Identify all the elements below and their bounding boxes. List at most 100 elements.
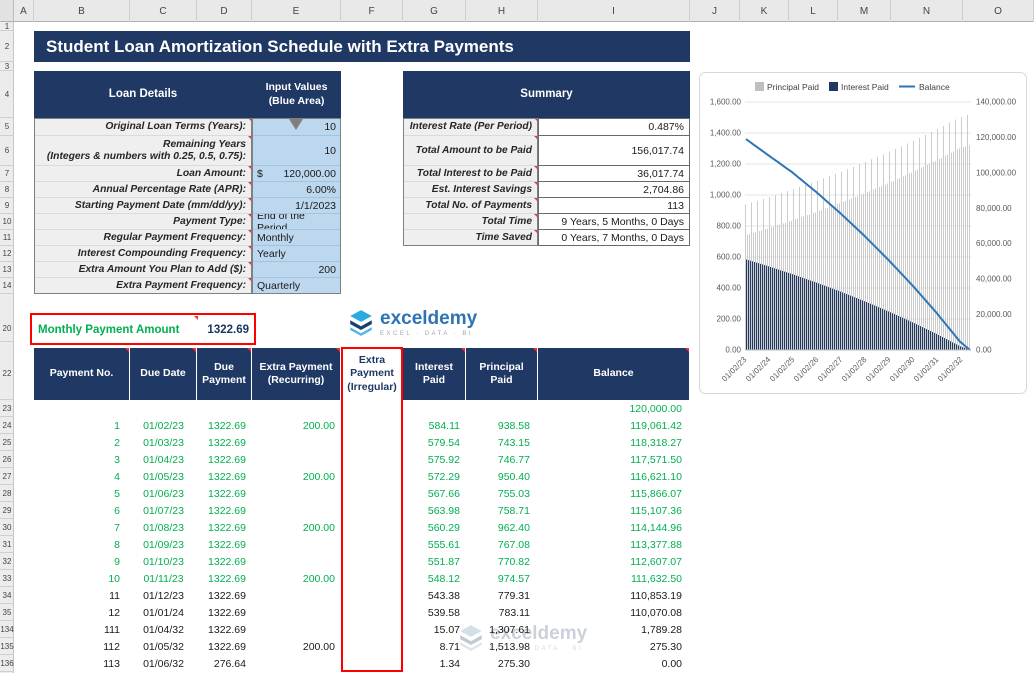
amort-cell-due-date[interactable]: 01/11/23 — [130, 570, 197, 587]
amort-cell-balance[interactable]: 110,070.08 — [538, 604, 690, 621]
amort-cell-principal-paid[interactable]: 938.58 — [466, 417, 538, 434]
row-header-136[interactable]: 136 — [0, 655, 14, 672]
amort-cell-due-payment[interactable]: 1322.69 — [197, 553, 252, 570]
row-header-6[interactable]: 6 — [0, 136, 14, 166]
row-header-134[interactable]: 134 — [0, 621, 14, 638]
column-header-j[interactable]: J — [690, 0, 740, 22]
row-header-35[interactable]: 35 — [0, 604, 14, 621]
amort-cell-interest-paid[interactable]: 548.12 — [403, 570, 466, 587]
row-header-3[interactable]: 3 — [0, 62, 14, 71]
amort-cell-due-payment[interactable]: 1322.69 — [197, 468, 252, 485]
column-header-f[interactable]: F — [341, 0, 403, 22]
amort-cell-extra-payment-recurring[interactable]: 200.00 — [252, 417, 341, 434]
amort-cell-due-date[interactable]: 01/05/32 — [130, 638, 197, 655]
amort-cell-interest-paid[interactable]: 543.38 — [403, 587, 466, 604]
amort-cell-due-payment[interactable]: 1322.69 — [197, 570, 252, 587]
row-header-1[interactable]: 1 — [0, 22, 14, 31]
amort-cell-interest-paid[interactable]: 584.11 — [403, 417, 466, 434]
amort-cell-extra-payment-recurring[interactable]: 200.00 — [252, 570, 341, 587]
amort-header-due-date[interactable]: Due Date — [130, 348, 197, 400]
amort-cell-payment-no[interactable]: 6 — [34, 502, 130, 519]
amort-cell-payment-no[interactable]: 11 — [34, 587, 130, 604]
summary-label[interactable]: Interest Rate (Per Period) — [403, 118, 538, 136]
loan-detail-label[interactable]: Remaining Years (Integers & numbers with… — [34, 136, 252, 166]
amort-cell-due-payment[interactable]: 1322.69 — [197, 434, 252, 451]
monthly-payment-value[interactable]: 1322.69 — [197, 316, 249, 343]
amort-cell-principal-paid[interactable]: 743.15 — [466, 434, 538, 451]
row-header-33[interactable]: 33 — [0, 570, 14, 587]
amort-cell-due-date[interactable]: 01/06/32 — [130, 655, 197, 672]
amort-cell-balance[interactable]: 1,789.28 — [538, 621, 690, 638]
amort-cell-due-date[interactable]: 01/04/23 — [130, 451, 197, 468]
column-header-m[interactable]: M — [838, 0, 891, 22]
amort-cell-extra-payment-recurring[interactable]: 200.00 — [252, 519, 341, 536]
amort-cell-payment-no[interactable]: 12 — [34, 604, 130, 621]
column-header-o[interactable]: O — [963, 0, 1034, 22]
loan-detail-input[interactable]: $120,000.00 — [252, 166, 341, 182]
summary-value[interactable]: 113 — [538, 198, 690, 214]
loan-detail-label[interactable]: Loan Amount: — [34, 166, 252, 182]
summary-label[interactable]: Total No. of Payments — [403, 198, 538, 214]
amort-cell-due-payment[interactable]: 1322.69 — [197, 417, 252, 434]
amort-cell-due-date[interactable]: 01/02/23 — [130, 417, 197, 434]
amort-cell-balance[interactable]: 119,061.42 — [538, 417, 690, 434]
loan-detail-label[interactable]: Interest Compounding Frequency: — [34, 246, 252, 262]
amort-cell-due-date[interactable]: 01/07/23 — [130, 502, 197, 519]
loan-detail-input[interactable]: End of the Period — [252, 214, 341, 230]
row-header-11[interactable]: 11 — [0, 230, 14, 246]
amort-cell-balance[interactable]: 113,377.88 — [538, 536, 690, 553]
amort-cell-due-date[interactable]: 01/06/23 — [130, 485, 197, 502]
amort-cell-interest-paid[interactable]: 555.61 — [403, 536, 466, 553]
column-header-g[interactable]: G — [403, 0, 466, 22]
row-header-20[interactable]: 20 — [0, 316, 14, 342]
row-header-24[interactable]: 24 — [0, 417, 14, 434]
loan-detail-label[interactable]: Starting Payment Date (mm/dd/yy): — [34, 198, 252, 214]
amort-cell-payment-no[interactable]: 112 — [34, 638, 130, 655]
row-header-34[interactable]: 34 — [0, 587, 14, 604]
summary-label[interactable]: Total Interest to be Paid — [403, 166, 538, 182]
amort-cell-principal-paid[interactable]: 1,307.61 — [466, 621, 538, 638]
loan-detail-input[interactable]: Yearly — [252, 246, 341, 262]
amort-cell-balance[interactable]: 114,144.96 — [538, 519, 690, 536]
amort-header-principal-paid[interactable]: Principal Paid — [466, 348, 538, 400]
amort-cell-interest-paid[interactable]: 560.29 — [403, 519, 466, 536]
row-header-28[interactable]: 28 — [0, 485, 14, 502]
column-header-i[interactable]: I — [538, 0, 690, 22]
loan-detail-input[interactable]: 6.00% — [252, 182, 341, 198]
row-header-9[interactable]: 9 — [0, 198, 14, 214]
amort-cell-interest-paid[interactable]: 575.92 — [403, 451, 466, 468]
amort-cell-interest-paid[interactable]: 8.71 — [403, 638, 466, 655]
column-header-c[interactable]: C — [130, 0, 197, 22]
amort-header-extra-payment-recurring[interactable]: Extra Payment (Recurring) — [252, 348, 341, 400]
column-header-b[interactable]: B — [34, 0, 130, 22]
amort-cell-due-date[interactable]: 01/01/24 — [130, 604, 197, 621]
amort-cell-principal-paid[interactable]: 779.31 — [466, 587, 538, 604]
amort-cell-balance[interactable]: 120,000.00 — [538, 400, 690, 417]
row-header-14[interactable]: 14 — [0, 278, 14, 294]
amort-cell-due-payment[interactable]: 1322.69 — [197, 536, 252, 553]
amort-cell-payment-no[interactable]: 5 — [34, 485, 130, 502]
amort-cell-due-date[interactable]: 01/03/23 — [130, 434, 197, 451]
amort-cell-balance[interactable]: 275.30 — [538, 638, 690, 655]
amort-cell-principal-paid[interactable]: 770.82 — [466, 553, 538, 570]
amort-cell-payment-no[interactable]: 7 — [34, 519, 130, 536]
amortization-chart[interactable]: 0.00 200.00 400.00 600.00 800.00 1,000.00 1,20… — [699, 72, 1027, 394]
column-header-a[interactable]: A — [14, 0, 34, 22]
amort-cell-extra-payment-recurring[interactable]: 200.00 — [252, 638, 341, 655]
amort-header-due-payment[interactable]: Due Payment — [197, 348, 252, 400]
summary-header[interactable]: Summary — [403, 71, 690, 118]
amort-cell-payment-no[interactable]: 1 — [34, 417, 130, 434]
column-header-n[interactable]: N — [891, 0, 963, 22]
row-header-7[interactable]: 7 — [0, 166, 14, 182]
summary-value[interactable]: 0.487% — [538, 118, 690, 136]
input-values-header[interactable]: Input Values (Blue Area) — [252, 71, 341, 118]
amort-cell-payment-no[interactable]: 9 — [34, 553, 130, 570]
summary-label[interactable]: Total Time — [403, 214, 538, 230]
amort-cell-balance[interactable]: 115,866.07 — [538, 485, 690, 502]
loan-detail-input[interactable]: 10 — [252, 136, 341, 166]
row-header-23[interactable]: 23 — [0, 400, 14, 417]
row-header-2[interactable]: 2 — [0, 31, 14, 62]
amort-header-interest-paid[interactable]: Interest Paid — [403, 348, 466, 400]
amort-cell-principal-paid[interactable]: 767.08 — [466, 536, 538, 553]
summary-value[interactable]: 156,017.74 — [538, 136, 690, 166]
